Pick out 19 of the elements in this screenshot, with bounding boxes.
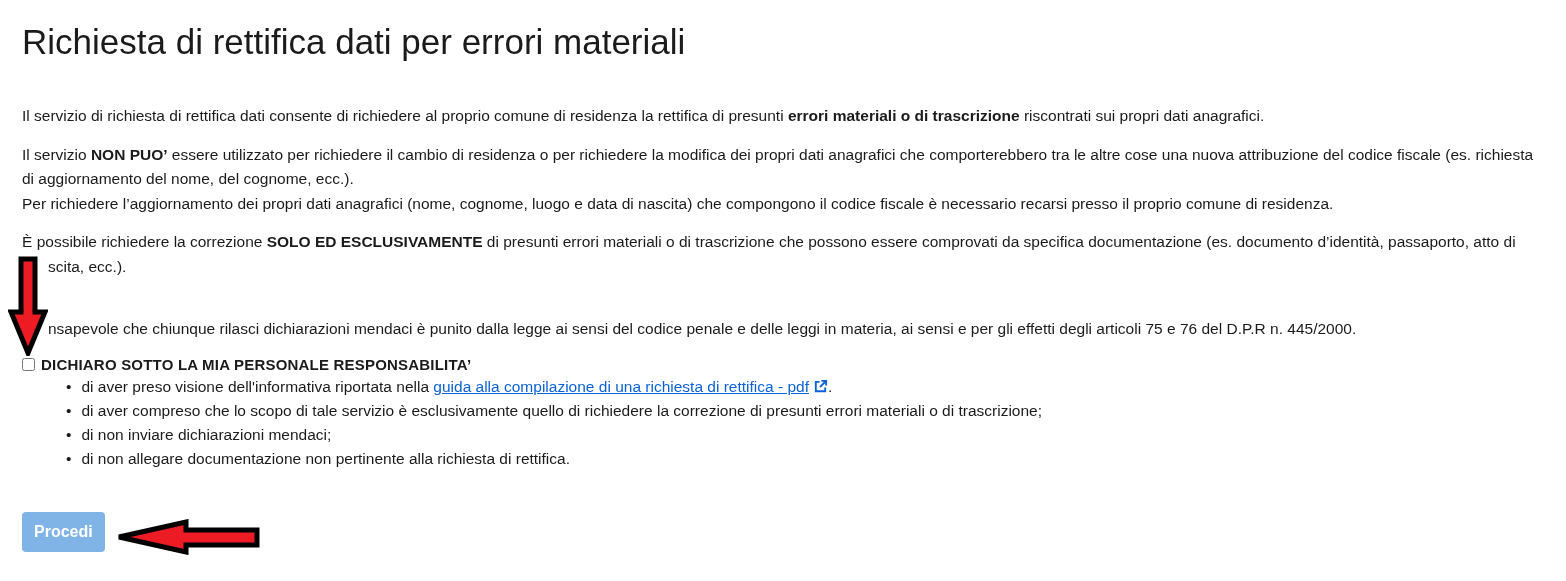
paragraph: Il servizio di richiesta di rettifica dati consente di richiedere al proprio comune di residenza la rettifica di presunti errori materiali o di trascrizione riscontrati sui propri dati anagrafici. bbox=[22, 106, 1266, 126]
external-link-icon bbox=[813, 378, 828, 394]
bullet-marker: • bbox=[66, 400, 72, 421]
declaration-checkbox[interactable] bbox=[22, 357, 35, 371]
paragraph: È possibile richiedere la correzione SOLO ED ESCLUSIVAMENTE di presunti errori materiali o di trascrizione che possono essere comprovati da specifica documentazione (es. documento d’identità, passaporto, atto di bbox=[22, 232, 1517, 252]
page-title: Richiesta di rettifica dati per errori materiali bbox=[22, 22, 687, 62]
bullet-marker: • bbox=[66, 449, 72, 470]
list-item: di aver compreso che lo scopo di tale servizio è esclusivamente quello di richiedere la correzione di presunti errori materiali o di trascrizione; bbox=[81, 400, 1043, 421]
paragraph: nsapevole che chiunque rilasci dichiarazioni mendaci è punito dalla legge ai sensi del codice penale e delle leggi in materia, ai sensi e per gli effetti degli articoli 75 e 76 del D.P.R n. 445/2000. bbox=[47, 319, 1358, 339]
bullet-marker: • bbox=[66, 376, 72, 397]
bullet-marker: • bbox=[66, 425, 72, 446]
list-item: di non allegare documentazione non pertinente alla richiesta di rettifica. bbox=[81, 449, 570, 470]
paragraph: scita, ecc.). bbox=[47, 256, 128, 277]
paragraph: Il servizio NON PUO’ essere utilizzato per richiedere il cambio di residenza o per richiedere la modifica dei propri dati anagrafici che comporterebbero tra le altre cose una nuova attribuzione del codice fiscale (es. richiesta di aggiornamento del nome, del cognome, ecc.). bbox=[22, 144, 1535, 189]
guide-link[interactable]: guida alla compilazione di una richiesta di rettifica - pdf bbox=[433, 377, 809, 395]
declaration-label: DICHIARO SOTTO LA MIA PERSONALE RESPONSABILITA’ bbox=[41, 355, 472, 373]
list-item: di non inviare dichiarazioni mendaci; bbox=[81, 425, 332, 446]
list-item: di aver preso visione dell'informativa riportata nella guida alla compilazione di una richiesta di rettifica - pdf . bbox=[81, 376, 833, 397]
paragraph: Per richiedere l’aggiornamento dei propri dati anagrafici (nome, cognome, luogo e data di nascita) che compongono il codice fiscale è necessario recarsi presso il proprio comune di residenza. bbox=[22, 193, 1335, 214]
